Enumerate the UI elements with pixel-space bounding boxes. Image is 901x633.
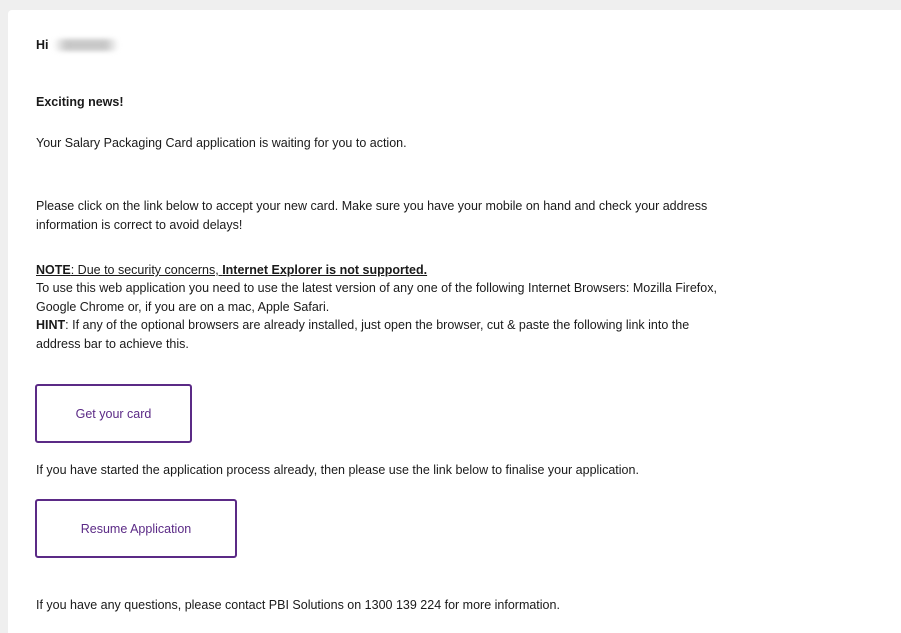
browser-requirements-line-1: To use this web application you need to … xyxy=(36,281,717,295)
resume-text: If you have started the application proc… xyxy=(36,463,639,477)
hint-label: HINT xyxy=(36,318,66,332)
email-body: Hi Exciting news! Your Salary Packaging … xyxy=(8,10,901,633)
note-emphasis: Internet Explorer is not supported. xyxy=(222,263,428,277)
greeting-text: Hi xyxy=(36,38,49,52)
hint-line-2: address bar to achieve this. xyxy=(36,337,189,351)
intro-text: Your Salary Packaging Card application i… xyxy=(36,136,407,150)
hint-line-1: HINT: If any of the optional browsers ar… xyxy=(36,316,689,334)
instructions-line-1: Please click on the link below to accept… xyxy=(36,199,708,213)
redacted-name xyxy=(52,39,119,51)
headline: Exciting news! xyxy=(36,95,124,109)
note-label: NOTE xyxy=(36,263,71,277)
get-your-card-button[interactable]: Get your card xyxy=(35,384,192,443)
note-text: : Due to security concerns, xyxy=(70,263,223,277)
instructions-line-2: information is correct to avoid delays! xyxy=(36,218,243,232)
greeting: Hi xyxy=(36,36,119,54)
hint-text: : If any of the optional browsers are al… xyxy=(65,318,690,332)
browser-requirements-line-2: Google Chrome or, if you are on a mac, A… xyxy=(36,300,330,314)
contact-text: If you have any questions, please contac… xyxy=(36,598,560,612)
security-note: NOTE: Due to security concerns, Internet… xyxy=(36,261,427,279)
resume-application-button[interactable]: Resume Application xyxy=(35,499,237,558)
